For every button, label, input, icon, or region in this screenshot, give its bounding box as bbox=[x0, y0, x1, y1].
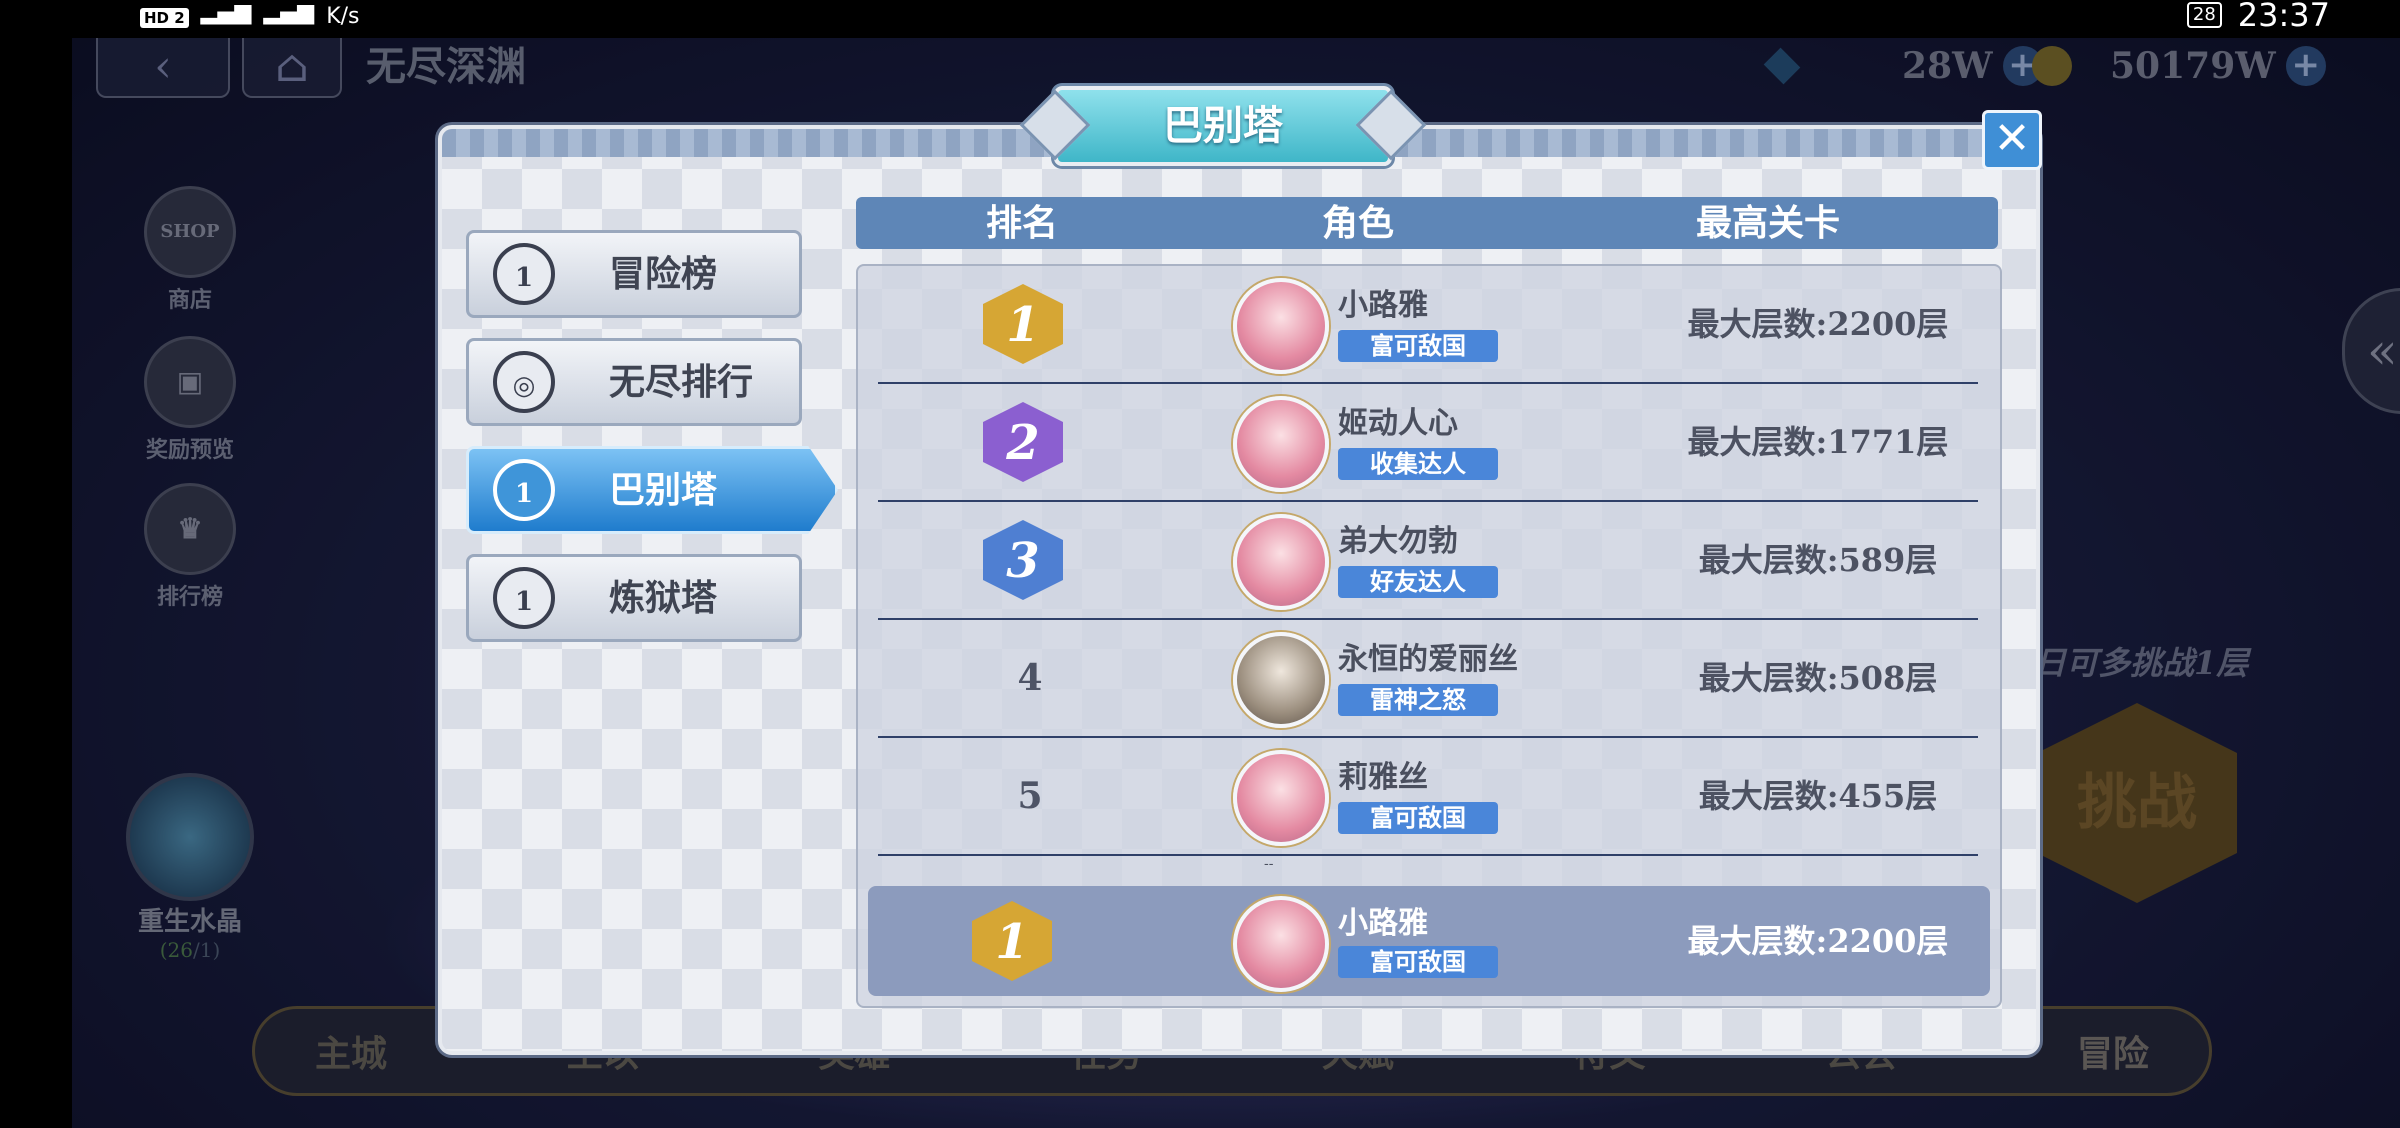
hd-badge: HD 2 bbox=[140, 8, 189, 28]
player-name: 姬动人心 bbox=[1338, 406, 1458, 441]
max-floor: 最大层数:508层 bbox=[1698, 659, 1938, 697]
network-speed: K/s bbox=[326, 4, 360, 29]
player-name: 弟大勿勃 bbox=[1338, 524, 1458, 559]
tab-label: 无尽排行 bbox=[609, 361, 754, 403]
tab-label: 巴别塔 bbox=[609, 469, 718, 511]
max-floor: 最大层数:2200层 bbox=[1687, 305, 1949, 343]
rank-badge-blue: 3 bbox=[983, 520, 1063, 600]
ranking-table[interactable]: 1 小路雅 富可敌国 最大层数:2200层 2 姬动人心 收集达人 最大层数:1… bbox=[856, 264, 2002, 1008]
table-row[interactable]: 4 永恒的爱丽丝 雷神之怒 最大层数:508层 bbox=[878, 620, 1978, 738]
column-rank: 排名 bbox=[986, 202, 1059, 244]
swirl-icon: ◎ bbox=[493, 351, 555, 413]
max-floor: 最大层数:455层 bbox=[1698, 777, 1938, 815]
tab-babel-tower[interactable]: 1 巴别塔 bbox=[466, 446, 838, 534]
clock: 23:37 bbox=[2237, 0, 2330, 34]
player-name: 小路雅 bbox=[1338, 906, 1428, 941]
tab-adventure-rank[interactable]: 1 冒险榜 bbox=[466, 230, 802, 318]
column-character: 角色 bbox=[1322, 202, 1395, 244]
column-max-stage: 最高关卡 bbox=[1696, 202, 1841, 244]
tab-label: 炼狱塔 bbox=[609, 577, 718, 619]
battery-icon: 28 bbox=[2186, 2, 2222, 28]
my-rank-row: 1 小路雅 富可敌国 最大层数:2200层 bbox=[868, 886, 1990, 996]
player-name: 莉雅丝 bbox=[1338, 760, 1428, 795]
rank-number: 4 bbox=[1017, 657, 1043, 699]
status-right: 28 23:37 bbox=[2186, 0, 2330, 34]
modal-title: 巴别塔 bbox=[1054, 86, 1392, 166]
table-row[interactable]: 5 莉雅丝 富可敌国 最大层数:455层 bbox=[878, 738, 1978, 856]
max-floor: 最大层数:589层 bbox=[1698, 541, 1938, 579]
shield-icon: 1 bbox=[493, 567, 555, 629]
avatar bbox=[1233, 396, 1329, 492]
avatar bbox=[1233, 632, 1329, 728]
max-floor: 最大层数:1771层 bbox=[1687, 423, 1949, 461]
player-name: 永恒的爱丽丝 bbox=[1338, 642, 1518, 677]
tab-endless-rank[interactable]: ◎ 无尽排行 bbox=[466, 338, 802, 426]
player-title-badge: 好友达人 bbox=[1338, 566, 1498, 598]
max-floor: 最大层数:2200层 bbox=[1687, 922, 1949, 960]
status-bar: HD 2 ▂▄▆ ▂▄▆ K/s 28 23:37 bbox=[0, 0, 2400, 38]
player-title-badge: 富可敌国 bbox=[1338, 330, 1498, 362]
avatar bbox=[1233, 278, 1329, 374]
signal-icon-2: ▂▄▆ bbox=[263, 0, 315, 25]
rank-badge-gold: 1 bbox=[972, 901, 1052, 981]
close-button[interactable]: ✕ bbox=[1982, 110, 2042, 170]
avatar bbox=[1233, 514, 1329, 610]
avatar bbox=[1233, 750, 1329, 846]
table-header: 排名 角色 最高关卡 bbox=[856, 197, 1998, 249]
rank-badge-purple: 2 bbox=[983, 402, 1063, 482]
rank-number: 5 bbox=[1017, 775, 1043, 817]
player-title-badge: 收集达人 bbox=[1338, 448, 1498, 480]
status-left: HD 2 ▂▄▆ ▂▄▆ K/s bbox=[140, 0, 360, 38]
table-row[interactable]: 1 小路雅 富可敌国 最大层数:2200层 bbox=[878, 266, 1978, 384]
rank-badge-gold: 1 bbox=[983, 284, 1063, 364]
scroll-indicator: -- bbox=[1264, 856, 1274, 872]
avatar bbox=[1233, 896, 1329, 992]
tab-purgatory-tower[interactable]: 1 炼狱塔 bbox=[466, 554, 802, 642]
player-title-badge: 富可敌国 bbox=[1338, 946, 1498, 978]
table-row[interactable]: 3 弟大勿勃 好友达人 最大层数:589层 bbox=[878, 502, 1978, 620]
player-title-badge: 富可敌国 bbox=[1338, 802, 1498, 834]
player-name: 小路雅 bbox=[1338, 288, 1428, 323]
shield-icon: 1 bbox=[493, 459, 555, 521]
signal-icon: ▂▄▆ bbox=[200, 0, 252, 25]
shield-icon: 1 bbox=[493, 243, 555, 305]
tab-label: 冒险榜 bbox=[609, 253, 718, 295]
player-title-badge: 雷神之怒 bbox=[1338, 684, 1498, 716]
table-row[interactable]: 2 姬动人心 收集达人 最大层数:1771层 bbox=[878, 384, 1978, 502]
